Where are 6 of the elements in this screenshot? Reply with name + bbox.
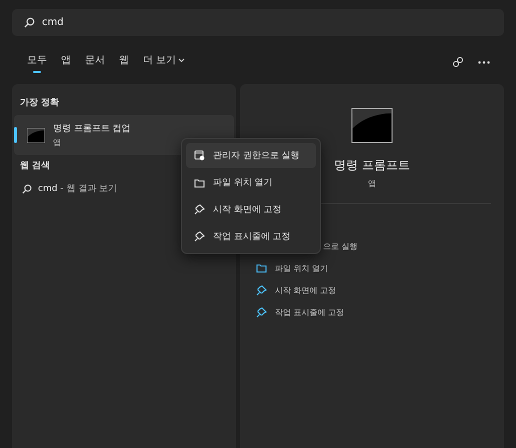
section-heading: 가장 정확 bbox=[20, 97, 60, 109]
result-type: 앱 bbox=[53, 137, 62, 148]
app-title: 명령 프롬프트 bbox=[334, 157, 410, 174]
section-heading: 웹 검색 bbox=[20, 160, 50, 172]
result-title: 명령 프롬프트 컵업 bbox=[53, 123, 131, 135]
app-type: 앱 bbox=[368, 178, 376, 189]
